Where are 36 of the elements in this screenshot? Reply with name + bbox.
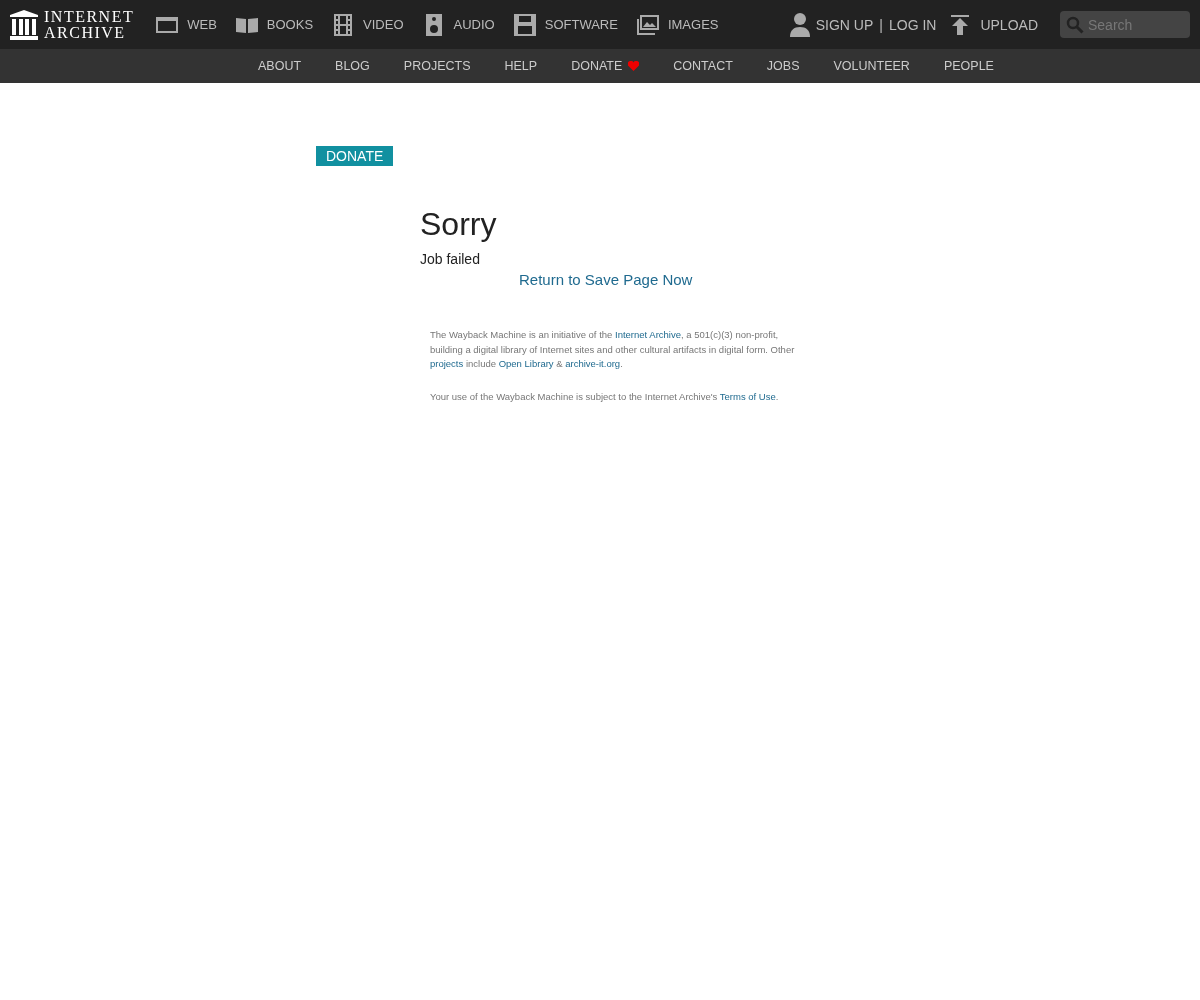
sign-up-link[interactable]: SIGN UP bbox=[815, 16, 874, 33]
media-nav-link[interactable]: SOFTWARE bbox=[503, 12, 627, 37]
logo-text: INTERNET bbox=[44, 8, 135, 25]
footer-link[interactable]: Open Library bbox=[498, 358, 554, 369]
top-nav-link[interactable]: PROJECTS bbox=[403, 59, 471, 73]
footer-link[interactable]: projects bbox=[430, 358, 464, 369]
media-nav-link[interactable]: AUDIO bbox=[412, 12, 504, 37]
footer-link[interactable]: Terms of Use bbox=[719, 390, 776, 402]
media-nav-link[interactable]: WEB bbox=[146, 12, 226, 37]
footer-paragraph: The Wayback Machine is an initiative of the Internet Archive, a 501(c)(3) non-profit, building a digital library of Internet sites and other cultural artifacts in digital form. Other projects include Open Library & archive-it.org. bbox=[430, 328, 796, 371]
page-title: Sorry bbox=[420, 206, 498, 243]
error-message: Job failed bbox=[420, 251, 481, 267]
person-icon bbox=[789, 12, 810, 37]
temple-icon bbox=[10, 9, 38, 40]
return-link[interactable]: Return to Save Page Now bbox=[519, 271, 693, 288]
site-logo[interactable]: INTERNET ARCHIVE bbox=[10, 8, 135, 41]
media-nav-link[interactable]: VIDEO bbox=[322, 12, 413, 37]
top-nav-link[interactable]: DONATE bbox=[571, 59, 640, 73]
media-nav-link[interactable]: IMAGES bbox=[626, 12, 728, 37]
donate-button[interactable]: DONATE bbox=[316, 146, 394, 166]
images-icon bbox=[635, 12, 660, 37]
top-nav-link[interactable]: CONTACT bbox=[673, 59, 733, 73]
footer-link[interactable]: Internet Archive bbox=[615, 329, 681, 340]
top-nav-link[interactable]: BLOG bbox=[335, 59, 370, 73]
logo-text: ARCHIVE bbox=[44, 24, 127, 41]
top-nav-link[interactable]: HELP bbox=[504, 59, 538, 73]
upload-link[interactable]: UPLOAD bbox=[950, 14, 1038, 35]
top-nav-link[interactable]: VOLUNTEER bbox=[833, 59, 910, 73]
log-in-link[interactable]: LOG IN bbox=[888, 16, 937, 33]
footer-paragraph: Your use of the Wayback Machine is subject to the Internet Archive's Terms of Use. bbox=[430, 389, 780, 404]
upload-arrow-icon bbox=[950, 14, 971, 35]
media-nav-link[interactable]: BOOKS bbox=[225, 12, 323, 37]
top-nav-link[interactable]: JOBS bbox=[766, 59, 800, 73]
separator: | bbox=[879, 16, 883, 33]
top-nav-link[interactable]: PEOPLE bbox=[943, 59, 994, 73]
top-nav-link[interactable]: ABOUT bbox=[258, 59, 302, 73]
